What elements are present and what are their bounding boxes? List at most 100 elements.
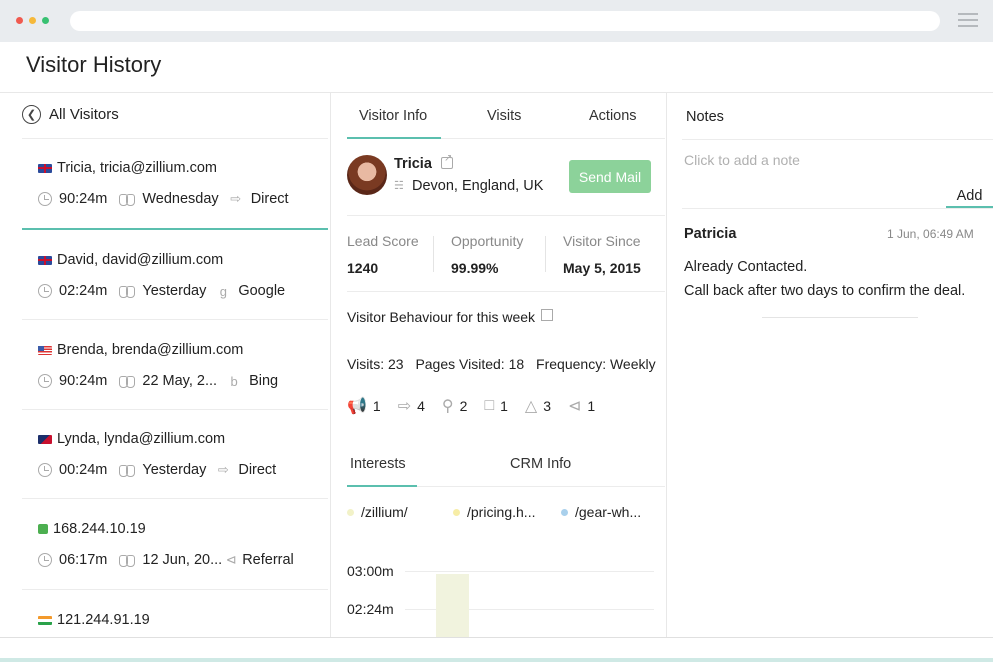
visit-day: Wednesday [142, 191, 219, 207]
column-divider [666, 93, 667, 638]
legend-item: /pricing.h... [453, 504, 535, 520]
stat-label: Lead Score [347, 233, 419, 249]
behaviour-title-text: Visitor Behaviour for this week [347, 309, 536, 325]
entry-icon: ⇨ [397, 398, 412, 415]
visit-source: Google [238, 283, 286, 299]
tab-interests[interactable]: Interests [350, 456, 406, 472]
opportunity-stat: Opportunity 99.99% [451, 233, 523, 276]
behaviour-metrics: Visits: 23 Pages Visited: 18 Frequency: … [347, 356, 664, 372]
legend-item: /gear-wh... [561, 504, 641, 520]
visit-day: Yesterday [142, 283, 207, 299]
external-link-icon[interactable] [441, 153, 453, 169]
visit-day: 12 Jun, 20... [142, 552, 223, 568]
divider [22, 498, 328, 499]
entry-count: 4 [417, 398, 425, 414]
visitor-since-stat: Visitor Since May 5, 2015 [563, 233, 641, 276]
divider [0, 637, 993, 638]
dollar-icon: □ [484, 397, 495, 414]
visitor-list-item[interactable]: 121.244.91.19 [22, 612, 328, 636]
visitor-list-item[interactable]: Brenda, brenda@zillium.com 90:24m 22 May,… [22, 342, 328, 432]
bing-icon: b [230, 373, 238, 389]
note-author: Patricia [684, 226, 737, 242]
visitor-name: Brenda, brenda@zillium.com [57, 342, 244, 358]
active-tab-indicator [347, 137, 441, 139]
chart-gridline [405, 571, 654, 572]
share-icon: ⊲ [568, 398, 582, 415]
all-visitors-back-button[interactable]: ❮ All Visitors [22, 105, 119, 124]
visitor-list-item[interactable]: Tricia, tricia@zillium.com 90:24m Wednesd… [22, 160, 328, 250]
close-window-dot[interactable] [16, 17, 23, 24]
visit-duration: 90:24m [59, 373, 108, 389]
tab-crm-info[interactable]: CRM Info [510, 456, 571, 472]
chart-bar [436, 574, 469, 637]
visit-frequency: Frequency: Weekly [536, 356, 656, 372]
column-divider [330, 93, 331, 638]
page-title: Visitor History [26, 52, 162, 77]
visit-day: 22 May, 2... [142, 373, 218, 389]
tab-visits[interactable]: Visits [487, 108, 521, 124]
clock-icon [38, 553, 52, 567]
behaviour-title: Visitor Behaviour for this week [347, 309, 554, 325]
visitor-list-item[interactable]: David, david@zillium.com 02:24m Yesterday… [22, 252, 328, 342]
network-icon: △ [524, 398, 538, 415]
visit-duration: 06:17m [59, 552, 108, 568]
divider [433, 236, 434, 272]
add-note-button[interactable]: Add [946, 186, 993, 208]
phone-icon [38, 524, 48, 534]
search-icon: ⚲ [441, 398, 454, 415]
bottom-accent-strip [0, 658, 993, 662]
visitor-name: Tricia, tricia@zillium.com [57, 160, 217, 176]
network-count: 3 [543, 398, 552, 414]
menu-icon[interactable] [958, 13, 978, 27]
y-axis-tick-label: 03:00m [347, 563, 394, 579]
share-count: 1 [587, 398, 596, 414]
legend-label: /gear-wh... [575, 504, 642, 520]
visitor-list-item[interactable]: Lynda, lynda@zillium.com 00:24m Yesterday… [22, 431, 328, 521]
uk-flag-icon [38, 163, 52, 173]
stat-label: Visitor Since [563, 233, 641, 249]
google-icon: g [219, 283, 227, 299]
dollar-count: 1 [500, 398, 508, 414]
maximize-window-dot[interactable] [42, 17, 49, 24]
legend-swatch [453, 508, 460, 516]
add-note-input[interactable] [684, 148, 984, 172]
visit-source: Direct [250, 191, 289, 207]
clock-icon [38, 284, 52, 298]
minimize-window-dot[interactable] [29, 17, 36, 24]
visit-source: Referral [242, 552, 294, 568]
active-sub-tab-indicator [347, 485, 417, 487]
divider [682, 139, 993, 140]
divider [545, 236, 546, 272]
tab-actions[interactable]: Actions [589, 108, 637, 124]
legend-item: /zillium/ [347, 504, 408, 520]
clock-icon [38, 192, 52, 206]
divider [22, 138, 328, 139]
us-flag-icon [38, 345, 52, 355]
send-mail-button[interactable]: Send Mail [569, 160, 651, 193]
clock-icon [38, 463, 52, 477]
binoculars-icon [119, 194, 136, 206]
visitor-detail-tabs: Visitor Info Visits Actions [347, 93, 665, 139]
divider [347, 291, 665, 292]
visits-count: Visits: 23 [347, 356, 404, 372]
visit-duration: 02:24m [59, 283, 108, 299]
tab-visitor-info[interactable]: Visitor Info [359, 108, 427, 124]
stat-label: Opportunity [451, 233, 524, 249]
clock-icon [38, 374, 52, 388]
visitor-name: Lynda, lynda@zillium.com [57, 431, 226, 447]
american-samoa-flag-icon [38, 434, 52, 444]
megaphone-icon: 📢 [347, 398, 367, 415]
address-bar[interactable] [70, 11, 940, 31]
share-icon: ⊲ [225, 552, 237, 567]
calendar-icon[interactable] [541, 309, 554, 321]
avatar [347, 155, 387, 195]
megaphone-count: 1 [372, 398, 381, 414]
direct-icon: ⇨ [217, 462, 229, 477]
pages-visited: Pages Visited: 18 [415, 356, 525, 372]
contact-name: Tricia [394, 156, 432, 172]
note-text-line: Call back after two days to confirm the … [684, 283, 966, 299]
divider [347, 215, 665, 216]
back-arrow-icon: ❮ [22, 105, 41, 124]
visitor-list-item[interactable]: 168.244.10.19 06:17m 12 Jun, 20... ⊲ Referr… [22, 521, 328, 611]
search-count: 2 [459, 398, 468, 414]
